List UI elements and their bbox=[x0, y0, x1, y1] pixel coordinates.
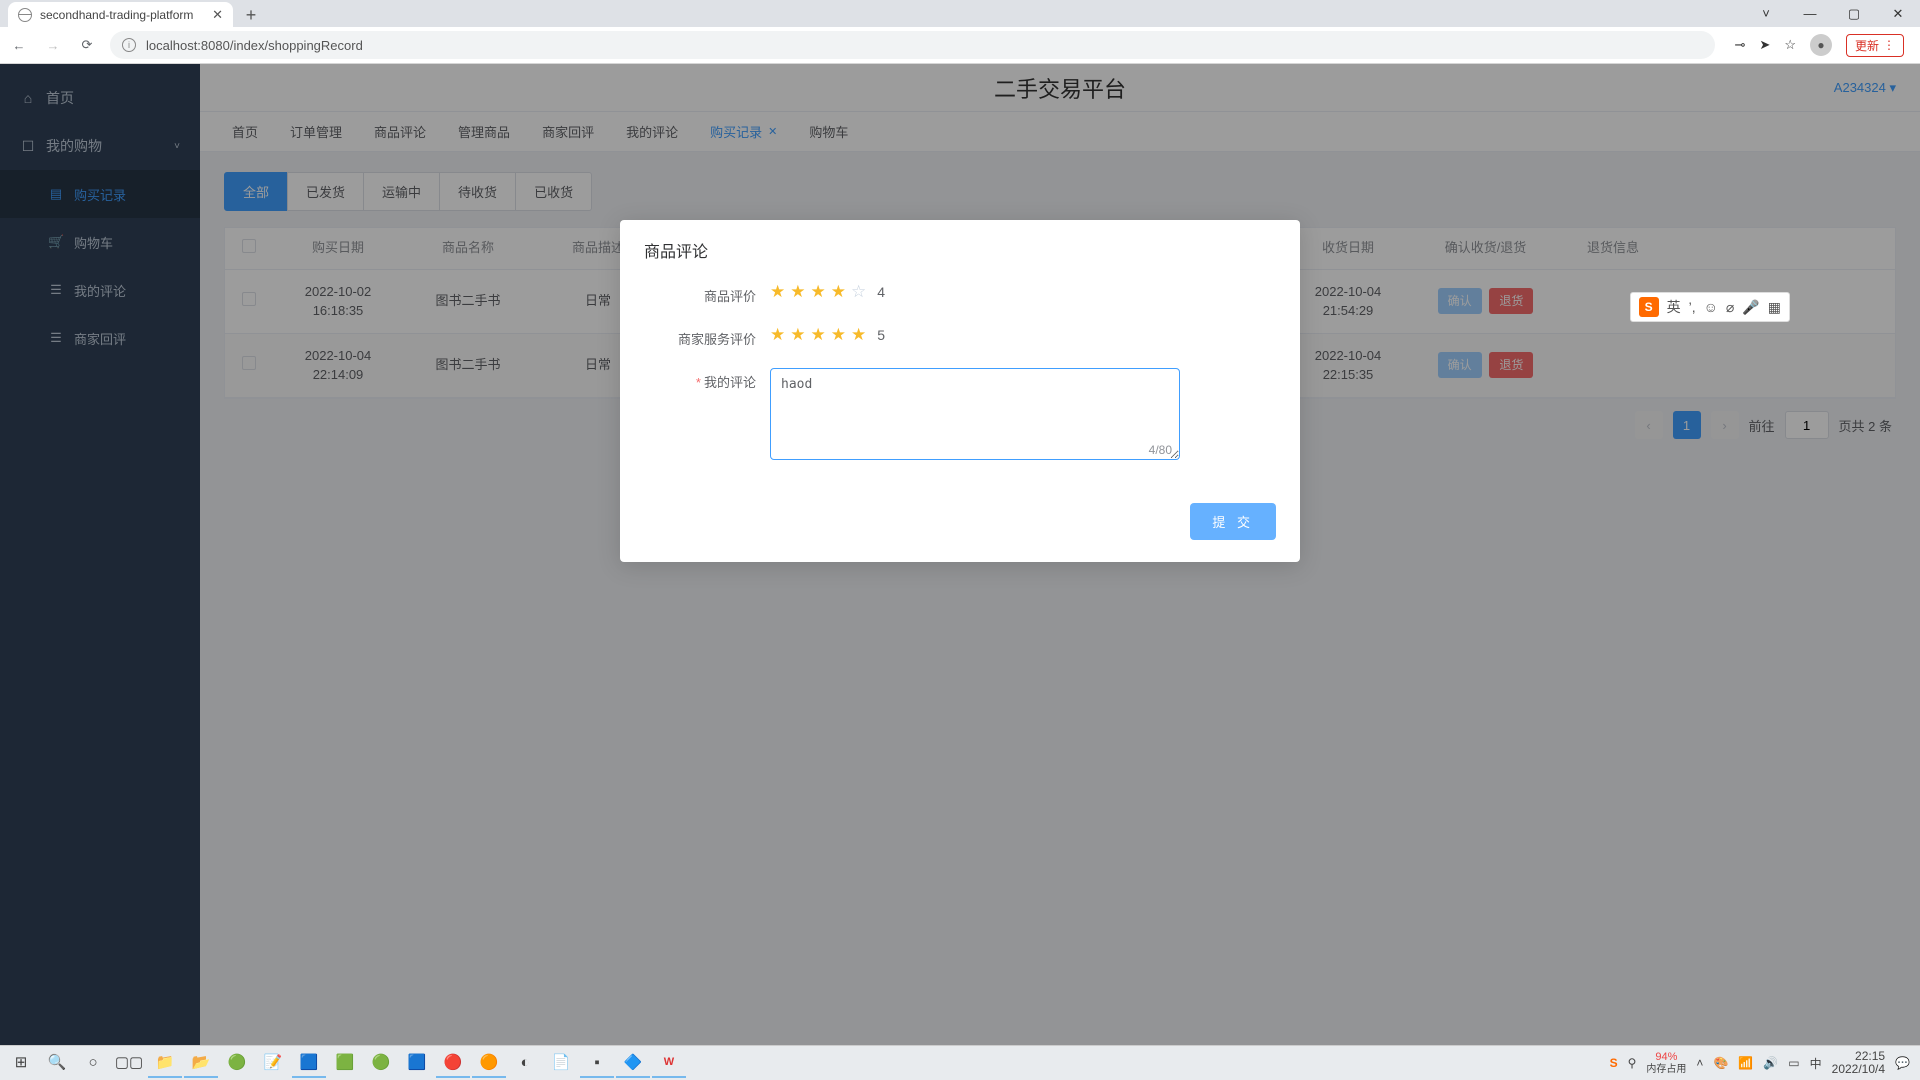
cortana-icon[interactable]: ○ bbox=[76, 1048, 110, 1078]
star-off-icon: ☆ bbox=[851, 282, 866, 302]
taskbar-app[interactable]: 📁 bbox=[148, 1048, 182, 1078]
taskbar-app[interactable]: 📂 bbox=[184, 1048, 218, 1078]
product-rating-row: 商品评价 ★★★★ ☆ 4 bbox=[650, 282, 1270, 305]
product-rating-value: 4 bbox=[877, 284, 885, 300]
reload-button[interactable]: ⟳ bbox=[76, 34, 98, 56]
sogou-logo-icon: S bbox=[1639, 297, 1659, 317]
site-info-icon[interactable]: i bbox=[122, 38, 136, 52]
browser-tab[interactable]: secondhand-trading-platform ✕ bbox=[8, 2, 233, 27]
star-icon: ★ bbox=[770, 325, 785, 345]
tray-notifications-icon[interactable]: 💬 bbox=[1895, 1056, 1910, 1070]
product-rating-stars[interactable]: ★★★★ ☆ 4 bbox=[770, 282, 885, 302]
windows-taskbar: ⊞ 🔍 ○ ▢▢ 📁 📂 🟢 📝 🟦 🟩 🟢 🟦 🔴 🟠 ◐ 📄 ▪ 🔷 W S… bbox=[0, 1045, 1920, 1080]
tray-wifi-icon[interactable]: 📶 bbox=[1738, 1056, 1753, 1070]
tray-lang-icon[interactable]: 中 bbox=[1810, 1055, 1822, 1072]
comment-row: *我的评论 4/80 bbox=[650, 368, 1270, 463]
ime-emoji-icon[interactable]: ☺ bbox=[1704, 299, 1718, 315]
service-rating-value: 5 bbox=[877, 327, 885, 343]
ime-language[interactable]: 英 bbox=[1667, 297, 1681, 317]
star-icon: ★ bbox=[831, 282, 846, 302]
system-tray: S ⚲ 94% 内存占用 ˄ 🎨 📶 🔊 ▭ 中 22:15 2022/10/4… bbox=[1610, 1050, 1916, 1076]
taskbar-app[interactable]: 🟩 bbox=[328, 1048, 362, 1078]
memory-indicator[interactable]: 94% 内存占用 bbox=[1646, 1051, 1686, 1074]
tab-close-icon[interactable]: ✕ bbox=[212, 7, 223, 23]
taskbar-wps[interactable]: W bbox=[652, 1048, 686, 1078]
url-input[interactable]: i localhost:8080/index/shoppingRecord bbox=[110, 31, 1715, 59]
taskbar-app[interactable]: 🟢 bbox=[364, 1048, 398, 1078]
window-dropdown-icon[interactable]: ˅ bbox=[1744, 0, 1788, 27]
char-counter: 4/80 bbox=[1149, 443, 1172, 457]
star-icon: ★ bbox=[831, 325, 846, 345]
ime-grid-icon[interactable]: ▦ bbox=[1768, 299, 1781, 316]
taskbar-chrome[interactable]: 🔴 bbox=[436, 1048, 470, 1078]
profile-avatar[interactable]: ● bbox=[1810, 34, 1832, 56]
window-maximize-icon[interactable]: ▢ bbox=[1832, 0, 1876, 27]
task-view-icon[interactable]: ▢▢ bbox=[112, 1048, 146, 1078]
star-icon: ★ bbox=[851, 325, 866, 345]
start-button[interactable]: ⊞ bbox=[4, 1048, 38, 1078]
tray-icon[interactable]: 🎨 bbox=[1713, 1056, 1728, 1070]
browser-address-bar: ← → ⟳ i localhost:8080/index/shoppingRec… bbox=[0, 27, 1920, 64]
key-icon[interactable]: ⊸ bbox=[1735, 37, 1746, 53]
taskbar-app[interactable]: 🟠 bbox=[472, 1048, 506, 1078]
taskbar-app[interactable]: 🟦 bbox=[292, 1048, 326, 1078]
back-button[interactable]: ← bbox=[8, 34, 30, 56]
ime-mic-icon[interactable]: 🎤 bbox=[1742, 299, 1759, 316]
taskbar-app[interactable]: 📄 bbox=[544, 1048, 578, 1078]
comment-textarea[interactable] bbox=[770, 368, 1180, 460]
dialog-title: 商品评论 bbox=[620, 220, 1300, 262]
ime-punct[interactable]: ’, bbox=[1689, 299, 1696, 315]
star-icon: ★ bbox=[790, 325, 805, 345]
tab-title: secondhand-trading-platform bbox=[40, 8, 193, 22]
globe-icon bbox=[18, 8, 32, 22]
search-icon[interactable]: 🔍 bbox=[40, 1048, 74, 1078]
url-text: localhost:8080/index/shoppingRecord bbox=[146, 38, 363, 53]
window-minimize-icon[interactable]: — bbox=[1788, 0, 1832, 27]
service-rating-row: 商家服务评价 ★★★★★ 5 bbox=[650, 325, 1270, 348]
update-button[interactable]: 更新⋮ bbox=[1846, 34, 1904, 57]
taskbar-app[interactable]: 🟢 bbox=[220, 1048, 254, 1078]
tray-battery-icon[interactable]: ▭ bbox=[1788, 1056, 1799, 1070]
bookmark-icon[interactable]: ☆ bbox=[1784, 37, 1796, 53]
star-icon: ★ bbox=[790, 282, 805, 302]
ime-toolbar[interactable]: S 英 ’, ☺ ⌀ 🎤 ▦ bbox=[1630, 292, 1790, 322]
window-close-icon[interactable]: ✕ bbox=[1876, 0, 1920, 27]
star-icon: ★ bbox=[811, 282, 826, 302]
service-rating-stars[interactable]: ★★★★★ 5 bbox=[770, 325, 885, 345]
taskbar-app[interactable]: 🔷 bbox=[616, 1048, 650, 1078]
tray-volume-icon[interactable]: 🔊 bbox=[1763, 1056, 1778, 1070]
ime-link-icon[interactable]: ⌀ bbox=[1726, 299, 1734, 316]
new-tab-button[interactable]: + bbox=[239, 3, 263, 27]
forward-button[interactable]: → bbox=[42, 34, 64, 56]
submit-button[interactable]: 提 交 bbox=[1190, 503, 1276, 540]
browser-tab-strip: secondhand-trading-platform ✕ + ˅ — ▢ ✕ bbox=[0, 0, 1920, 27]
taskbar-terminal[interactable]: ▪ bbox=[580, 1048, 614, 1078]
tray-clock[interactable]: 22:15 2022/10/4 bbox=[1832, 1050, 1885, 1076]
taskbar-app[interactable]: 🟦 bbox=[400, 1048, 434, 1078]
tray-icon[interactable]: ⚲ bbox=[1628, 1056, 1637, 1070]
send-icon[interactable]: ➤ bbox=[1759, 37, 1770, 53]
star-icon: ★ bbox=[811, 325, 826, 345]
tray-chevron-icon[interactable]: ˄ bbox=[1696, 1056, 1703, 1070]
star-icon: ★ bbox=[770, 282, 785, 302]
taskbar-app[interactable]: ◐ bbox=[508, 1048, 542, 1078]
review-dialog: 商品评论 商品评价 ★★★★ ☆ 4 商家服务评价 ★★★★★ 5 *我的评论 … bbox=[620, 220, 1300, 562]
tray-ime-icon[interactable]: S bbox=[1610, 1056, 1618, 1070]
taskbar-app[interactable]: 📝 bbox=[256, 1048, 290, 1078]
